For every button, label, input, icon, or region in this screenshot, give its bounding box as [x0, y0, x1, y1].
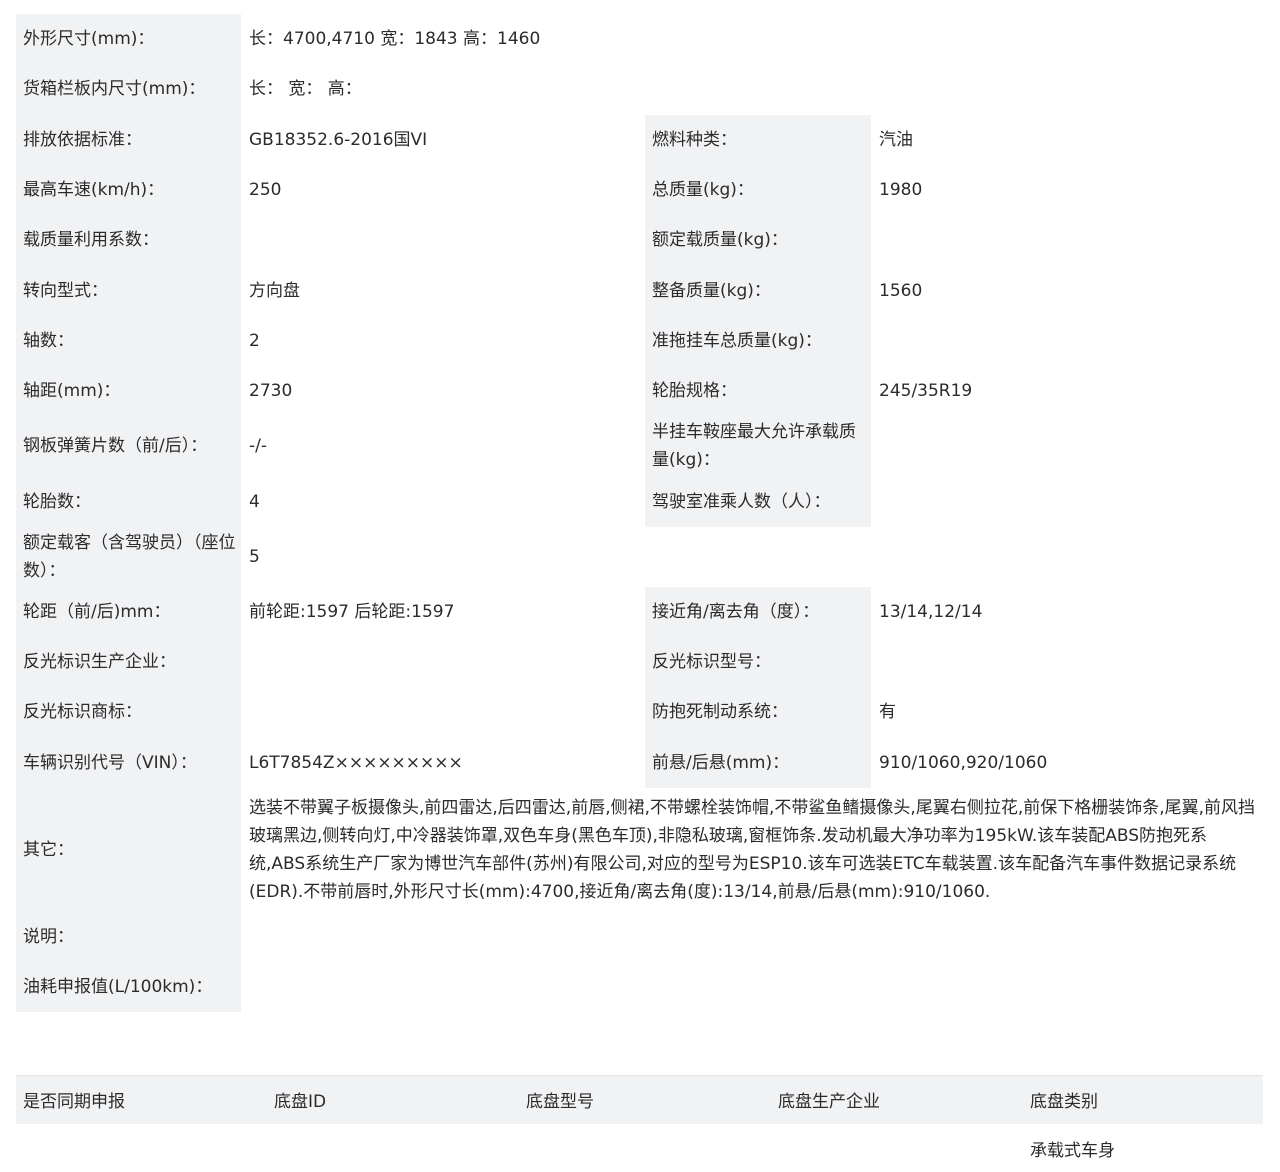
value-rated-load [871, 215, 1264, 266]
label-rated-load: 额定载质量(kg)： [645, 215, 871, 266]
label-abs: 防抱死制动系统： [645, 687, 871, 738]
label-tires: 轮胎数： [16, 476, 241, 527]
value-reflect-brand [241, 687, 645, 738]
label-reflect-model: 反光标识型号： [645, 636, 871, 688]
value-dims: 长：4700,4710 宽：1843 高：1460 [241, 14, 1264, 65]
label-approach-angle: 接近角/离去角（度）： [645, 586, 871, 637]
label-wheelbase: 轴距(mm)： [16, 366, 241, 417]
value-note [241, 911, 1264, 963]
value-axles: 2 [241, 315, 645, 367]
label-overhang: 前悬/后悬(mm)： [645, 737, 871, 788]
value-overhang: 910/1060,920/1060 [871, 737, 1264, 788]
label-seats-text: 额定载客（含驾驶员）（座位数）： [23, 532, 236, 581]
chassis-cell [267, 1123, 519, 1172]
chassis-row: 承载式车身 [16, 1123, 1263, 1172]
row-dims: 外形尺寸(mm)： 长：4700,4710 宽：1843 高：1460 [16, 14, 1264, 65]
row-vin: 车辆识别代号（VIN）： L6T7854Z××××××××× 前悬/后悬(mm)… [16, 737, 1264, 788]
value-curb-mass: 1560 [871, 265, 1264, 316]
value-wheelbase: 2730 [241, 366, 645, 417]
label-reflect-brand: 反光标识商标： [16, 687, 241, 738]
row-track: 轮距（前/后)mm： 前轮距:1597 后轮距:1597 接近角/离去角（度）：… [16, 586, 1264, 637]
chassis-header: 底盘类别 [1023, 1075, 1263, 1124]
label-trailer-mass: 准拖挂车总质量(kg)： [645, 315, 871, 367]
row-reflect-brand: 反光标识商标： 防抱死制动系统： 有 [16, 687, 1264, 738]
value-saddle-load [871, 416, 1264, 477]
label-seats: 额定载客（含驾驶员）（座位数）： [16, 526, 241, 587]
label-saddle-load-text: 半挂车鞍座最大允许承载质量(kg)： [652, 422, 856, 471]
row-load-coef: 载质量利用系数： 额定载质量(kg)： [16, 215, 1264, 266]
value-seats: 5 [241, 526, 645, 587]
spec-table: 外形尺寸(mm)： 长：4700,4710 宽：1843 高：1460 货箱栏板… [16, 14, 1264, 1013]
chassis-header: 是否同期申报 [16, 1075, 267, 1124]
value-cargo: 长： 宽： 高： [241, 64, 1264, 115]
value-abs: 有 [871, 687, 1264, 738]
label-axles: 轴数： [16, 315, 241, 367]
label-load-coef: 载质量利用系数： [16, 215, 241, 266]
row-seats: 额定载客（含驾驶员）（座位数）： 5 [16, 526, 1264, 587]
value-fuel-type: 汽油 [871, 114, 1264, 165]
value-other: 选装不带翼子板摄像头,前四雷达,后四雷达,前唇,侧裙,不带螺栓装饰帽,不带鲨鱼鳍… [241, 787, 1264, 912]
chassis-header-row: 是否同期申报 底盘ID 底盘型号 底盘生产企业 底盘类别 [16, 1075, 1263, 1124]
label-curb-mass: 整备质量(kg)： [645, 265, 871, 316]
empty-cell [871, 526, 1264, 587]
chassis-cell [519, 1123, 771, 1172]
value-load-coef [241, 215, 645, 266]
value-emission: GB18352.6-2016国VI [241, 114, 645, 165]
row-tires: 轮胎数： 4 驾驶室准乘人数（人）： [16, 476, 1264, 527]
label-note: 说明： [16, 911, 241, 963]
value-approach-angle: 13/14,12/14 [871, 586, 1264, 637]
value-reflect-model [871, 636, 1264, 688]
chassis-cell [16, 1123, 267, 1172]
row-emission: 排放依据标准： GB18352.6-2016国VI 燃料种类： 汽油 [16, 114, 1264, 165]
chassis-cell [771, 1123, 1023, 1172]
value-vin: L6T7854Z××××××××× [241, 737, 645, 788]
chassis-cell: 承载式车身 [1023, 1123, 1263, 1172]
label-total-mass: 总质量(kg)： [645, 164, 871, 216]
label-track: 轮距（前/后)mm： [16, 586, 241, 637]
row-fuel: 油耗申报值(L/100km)： [16, 962, 1264, 1013]
value-speed: 250 [241, 164, 645, 216]
label-emission: 排放依据标准： [16, 114, 241, 165]
row-springs: 钢板弹簧片数（前/后）： -/- 半挂车鞍座最大允许承载质量(kg)： [16, 416, 1264, 477]
label-speed: 最高车速(km/h)： [16, 164, 241, 216]
value-fuel [241, 962, 1264, 1013]
label-saddle-load: 半挂车鞍座最大允许承载质量(kg)： [645, 416, 871, 477]
value-steering: 方向盘 [241, 265, 645, 316]
chassis-table: 是否同期申报 底盘ID 底盘型号 底盘生产企业 底盘类别 承载式车身 [16, 1075, 1263, 1172]
chassis-header: 底盘型号 [519, 1075, 771, 1124]
value-track: 前轮距:1597 后轮距:1597 [241, 586, 645, 637]
value-reflect-maker [241, 636, 645, 688]
value-trailer-mass [871, 315, 1264, 367]
label-fuel-type: 燃料种类： [645, 114, 871, 165]
value-tire-spec: 245/35R19 [871, 366, 1264, 417]
label-reflect-maker: 反光标识生产企业： [16, 636, 241, 688]
label-cab-seats: 驾驶室准乘人数（人）： [645, 476, 871, 527]
row-speed: 最高车速(km/h)： 250 总质量(kg)： 1980 [16, 164, 1264, 216]
label-dims: 外形尺寸(mm)： [16, 14, 241, 65]
row-axles: 轴数： 2 准拖挂车总质量(kg)： [16, 315, 1264, 367]
label-steering: 转向型式： [16, 265, 241, 316]
row-cargo: 货箱栏板内尺寸(mm)： 长： 宽： 高： [16, 64, 1264, 115]
row-other: 其它： 选装不带翼子板摄像头,前四雷达,后四雷达,前唇,侧裙,不带螺栓装饰帽,不… [16, 787, 1264, 912]
row-reflect-maker: 反光标识生产企业： 反光标识型号： [16, 636, 1264, 688]
label-cargo: 货箱栏板内尺寸(mm)： [16, 64, 241, 115]
row-steering: 转向型式： 方向盘 整备质量(kg)： 1560 [16, 265, 1264, 316]
empty-cell [645, 526, 871, 587]
chassis-header: 底盘ID [267, 1075, 519, 1124]
value-total-mass: 1980 [871, 164, 1264, 216]
value-cab-seats [871, 476, 1264, 527]
label-fuel: 油耗申报值(L/100km)： [16, 962, 241, 1013]
row-wheelbase: 轴距(mm)： 2730 轮胎规格： 245/35R19 [16, 366, 1264, 417]
label-vin: 车辆识别代号（VIN）： [16, 737, 241, 788]
chassis-header: 底盘生产企业 [771, 1075, 1023, 1124]
label-other: 其它： [16, 787, 241, 912]
label-tire-spec: 轮胎规格： [645, 366, 871, 417]
row-note: 说明： [16, 911, 1264, 963]
label-springs: 钢板弹簧片数（前/后）： [16, 416, 241, 477]
value-tires: 4 [241, 476, 645, 527]
value-springs: -/- [241, 416, 645, 477]
